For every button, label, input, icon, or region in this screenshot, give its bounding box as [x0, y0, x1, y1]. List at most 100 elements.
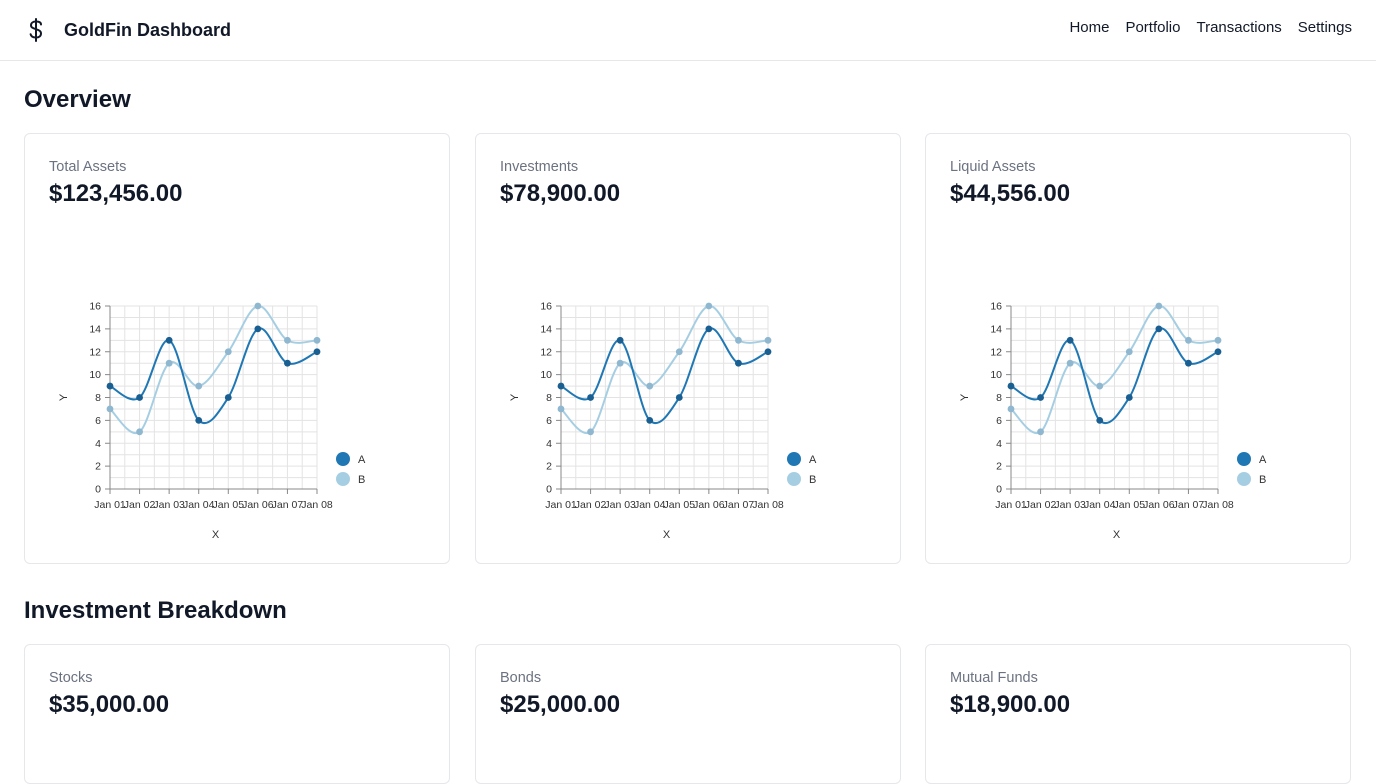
y-tick-label: 6 [546, 415, 552, 427]
x-tick-label: Jan 04 [183, 499, 215, 511]
y-tick-label: 8 [546, 392, 552, 404]
y-tick-label: 10 [990, 369, 1002, 381]
data-point-A [1214, 348, 1222, 356]
x-tick-label: Jan 02 [124, 499, 156, 511]
y-tick-label: 0 [95, 484, 101, 496]
y-axis-title: Y [959, 393, 971, 401]
x-tick-label: Jan 07 [723, 499, 755, 511]
y-tick-label: 10 [540, 369, 552, 381]
x-axis-title: X [1113, 529, 1121, 541]
line-chart: 0246810121416Jan 01Jan 02Jan 03Jan 04Jan… [959, 301, 1267, 542]
legend-marker-B [336, 472, 350, 486]
data-point-B [1214, 336, 1222, 344]
nav-settings[interactable]: Settings [1298, 19, 1352, 36]
data-point-B [616, 359, 624, 367]
data-point-A [735, 359, 742, 367]
top-navbar: GoldFin Dashboard Home Portfolio Transac… [0, 0, 1376, 61]
total-assets-card: Total Assets $123,456.00 0 2 4 6 8 10 12 14 16 Ja… [24, 133, 450, 564]
x-tick-label: Jan 06 [242, 499, 274, 511]
x-axis-title: X [663, 529, 671, 541]
data-point-A [254, 325, 262, 333]
y-tick-label: 6 [95, 415, 101, 427]
data-point-B [1066, 359, 1074, 367]
data-point-A [587, 394, 594, 401]
data-point-B [764, 336, 772, 344]
y-tick-label: 14 [990, 323, 1002, 335]
data-point-A [224, 394, 232, 401]
plot-area: 0246810121416Jan 01Jan 02Jan 03Jan 04Jan… [58, 301, 366, 542]
plot-area: 0246810121416Jan 01Jan 02Jan 03Jan 04Jan… [959, 301, 1267, 542]
y-tick-label: 16 [990, 301, 1002, 313]
brand[interactable]: GoldFin Dashboard [24, 16, 231, 44]
x-tick-label: Jan 07 [272, 499, 304, 511]
data-point-A [646, 416, 654, 424]
data-point-B [165, 359, 173, 367]
y-tick-label: 8 [996, 392, 1002, 404]
data-point-B [1125, 348, 1133, 356]
x-tick-label: Jan 06 [693, 499, 725, 511]
x-tick-label: Jan 01 [545, 499, 577, 511]
data-point-B [1185, 336, 1192, 344]
data-point-B [313, 336, 321, 344]
data-point-A [284, 359, 291, 367]
data-point-A [1066, 336, 1074, 344]
card-label: Bonds [500, 670, 542, 686]
data-point-A [764, 348, 772, 356]
data-point-B [106, 405, 114, 413]
card-value: $35,000.00 [49, 691, 170, 718]
data-point-B [587, 428, 594, 436]
nav-transactions[interactable]: Transactions [1196, 19, 1281, 36]
data-point-A [557, 382, 565, 390]
x-tick-label: Jan 08 [752, 499, 784, 511]
card-value: $18,900.00 [950, 691, 1071, 718]
data-point-B [284, 336, 291, 344]
card-label: Mutual Funds [950, 670, 1038, 686]
legend-marker-A [787, 452, 801, 466]
nav-home[interactable]: Home [1069, 19, 1109, 36]
data-point-A [1096, 416, 1104, 424]
x-tick-label: Jan 01 [94, 499, 126, 511]
card-label: Stocks [49, 670, 93, 686]
data-point-B [1155, 302, 1163, 310]
data-point-B [1096, 382, 1104, 390]
app-title: GoldFin Dashboard [64, 19, 232, 40]
data-point-A [106, 382, 114, 390]
plot-area: 0246810121416Jan 01Jan 02Jan 03Jan 04Jan… [509, 301, 817, 542]
dollar-sign-icon [24, 16, 48, 44]
data-point-A [1007, 382, 1015, 390]
data-point-B [557, 405, 565, 413]
y-tick-label: 6 [996, 415, 1002, 427]
x-tick-label: Jan 04 [1084, 499, 1116, 511]
y-tick-label: 14 [89, 323, 101, 335]
legend-label: B [358, 474, 365, 486]
data-point-B [195, 382, 203, 390]
y-tick-label: 0 [996, 484, 1002, 496]
x-tick-label: Jan 03 [604, 499, 636, 511]
data-point-A [165, 336, 173, 344]
data-point-A [705, 325, 713, 333]
y-tick-label: 2 [546, 461, 552, 473]
data-point-A [1037, 394, 1044, 401]
data-point-B [735, 336, 742, 344]
stocks-card: Stocks $35,000.00 [24, 644, 450, 784]
data-point-A [195, 416, 203, 424]
y-tick-label: 12 [89, 346, 101, 358]
y-tick-label: 10 [89, 369, 101, 381]
investments-card: Investments $78,900.00 0 2 4 6 8 10 12 14 16 Jan … [475, 133, 901, 564]
legend-label: A [358, 454, 366, 466]
x-tick-label: Jan 03 [153, 499, 185, 511]
x-tick-label: Jan 04 [634, 499, 666, 511]
y-tick-label: 4 [95, 438, 101, 450]
legend-marker-B [1237, 472, 1251, 486]
nav-portfolio[interactable]: Portfolio [1125, 19, 1180, 36]
x-tick-label: Jan 05 [664, 499, 696, 511]
x-tick-label: Jan 03 [1054, 499, 1086, 511]
data-point-B [1037, 428, 1044, 436]
legend-marker-B [787, 472, 801, 486]
y-tick-label: 8 [95, 392, 101, 404]
y-tick-label: 2 [95, 461, 101, 473]
data-point-B [705, 302, 713, 310]
x-tick-label: Jan 07 [1173, 499, 1205, 511]
data-point-A [616, 336, 624, 344]
bonds-card: Bonds $25,000.00 [475, 644, 901, 784]
